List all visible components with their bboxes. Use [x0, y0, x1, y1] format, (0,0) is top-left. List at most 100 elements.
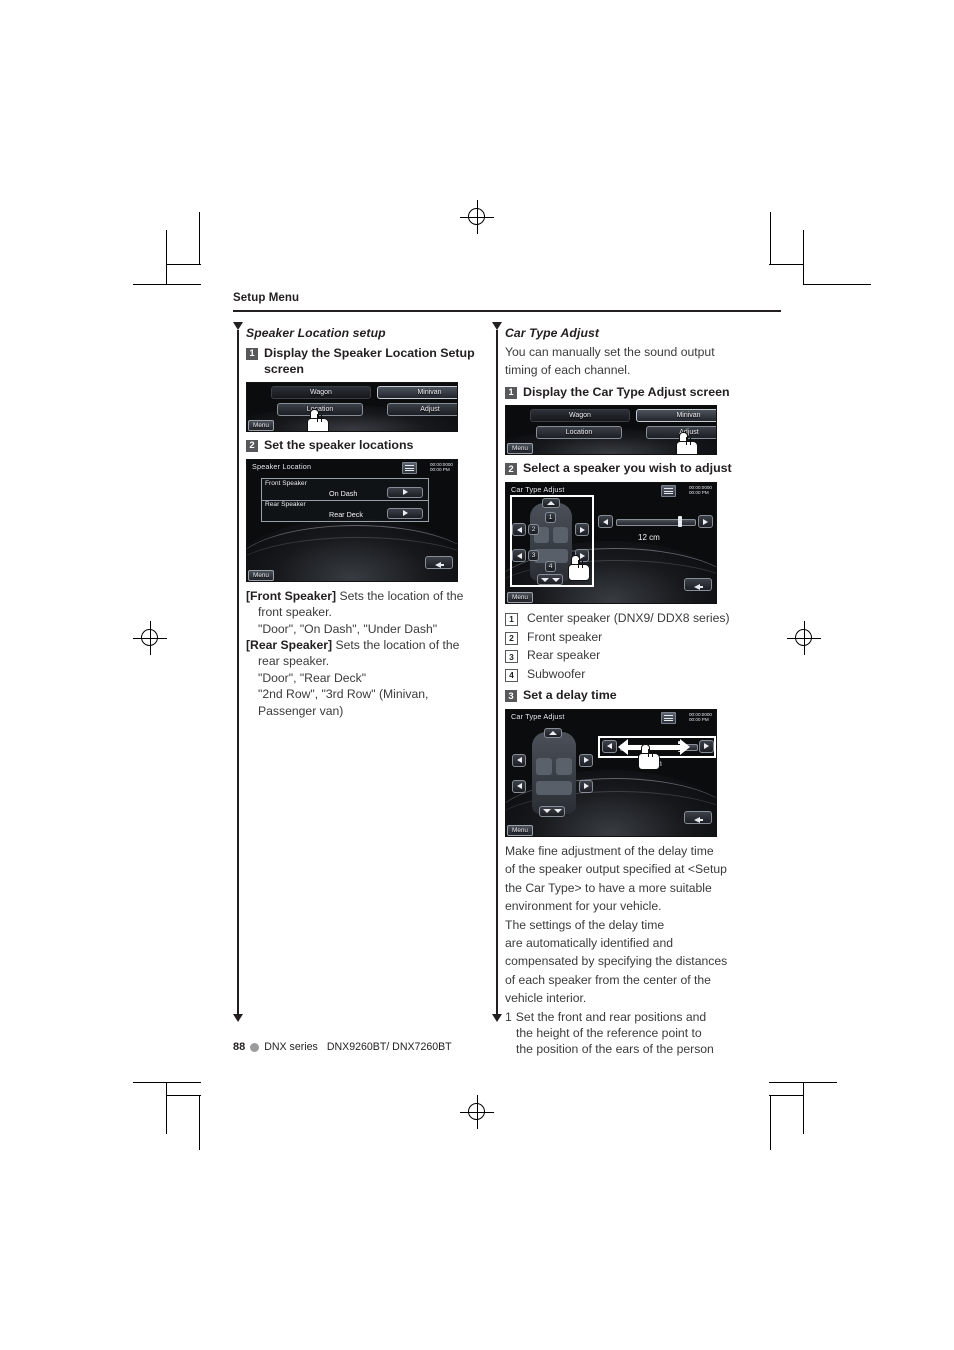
- step-3-right: 3 Set a delay time: [505, 688, 748, 704]
- speaker-right-button-rear[interactable]: [575, 549, 589, 562]
- lcd-button-menu[interactable]: Menu: [507, 592, 533, 603]
- numbered-note-line: the position of the ears of the person: [516, 1042, 714, 1057]
- legend-number: 3: [505, 650, 518, 664]
- triangle-down-icon: [553, 809, 562, 814]
- speaker-marker-1[interactable]: 1: [545, 512, 556, 523]
- delay-desc-line: vehicle interior.: [505, 991, 587, 1006]
- lcd-button-location[interactable]: Location: [536, 426, 622, 440]
- footer-dot-icon: [250, 1042, 260, 1052]
- car-seat-front-right: [553, 527, 568, 543]
- numbered-note-line: Set the front and rear positions and: [515, 1009, 707, 1024]
- triangle-up-icon: [547, 501, 555, 505]
- footer-models: DNX9260BT/ DNX7260BT: [326, 1041, 452, 1053]
- registration-mark-left: [133, 621, 167, 655]
- clock-time: 00:00 PM: [689, 717, 709, 723]
- clock-time: 00:00 PM: [689, 490, 709, 496]
- screenshot-car-type-adjust-select: Car Type Adjust 00:00:0000 00:00 PM 1 2 …: [505, 482, 717, 604]
- distance-increase-button[interactable]: [698, 515, 713, 528]
- lcd-title: Speaker Location: [252, 461, 312, 471]
- section-title-car-type-adjust: Car Type Adjust: [505, 326, 600, 340]
- lcd-button-menu[interactable]: Menu: [248, 420, 274, 432]
- speaker-right-button-rear[interactable]: [579, 779, 593, 793]
- lcd-button-menu[interactable]: Menu: [507, 824, 533, 836]
- delay-description: Make fine adjustment of the delay time o…: [505, 843, 748, 1007]
- lcd-button-minivan[interactable]: Minivan: [377, 386, 457, 400]
- page-number: 88: [233, 1041, 246, 1053]
- signal-icon: [402, 461, 417, 474]
- speaker-right-button-front[interactable]: [575, 523, 589, 536]
- lcd-button-back[interactable]: [425, 555, 453, 569]
- speaker-up-button[interactable]: [544, 727, 562, 738]
- distance-increase-button[interactable]: [699, 739, 714, 753]
- lcd-title: Car Type Adjust: [511, 711, 565, 721]
- back-arrow-icon: [694, 816, 703, 823]
- speaker-left-button-rear[interactable]: [512, 779, 526, 793]
- numbered-note-number: 1: [505, 1009, 512, 1024]
- triangle-left-icon: [516, 783, 522, 790]
- lcd-button-adjust[interactable]: Adjust: [646, 426, 716, 440]
- definition-desc: Sets the location of the: [339, 588, 464, 603]
- step-text: Display the Speaker Location Setup scree…: [264, 346, 475, 376]
- speaker-location-definitions: [Front Speaker] Sets the location of the…: [246, 588, 489, 719]
- lcd-button-back[interactable]: [684, 578, 712, 591]
- subwoofer-down-button[interactable]: [537, 574, 563, 585]
- legend-text: Subwoofer: [527, 667, 586, 682]
- distance-decrease-button[interactable]: [598, 515, 613, 528]
- speaker-right-button-front[interactable]: [579, 753, 593, 767]
- back-arrow-icon: [435, 561, 444, 568]
- lcd-button-adjust[interactable]: Adjust: [387, 403, 457, 417]
- delay-desc-line: Make fine adjustment of the delay time: [505, 843, 714, 858]
- step-text: Display the Car Type Adjust screen: [523, 384, 730, 399]
- lcd-button-location[interactable]: Location: [277, 403, 363, 417]
- definition-line: rear speaker.: [258, 654, 330, 669]
- page-footer: 88 DNX series DNX9260BT/ DNX7260BT: [233, 1041, 452, 1053]
- speaker-marker-2[interactable]: 2: [528, 524, 539, 535]
- lcd-button-wagon[interactable]: Wagon: [271, 386, 371, 400]
- step-2-right: 2 Select a speaker you wish to adjust: [505, 461, 748, 477]
- speaker-left-button-front[interactable]: [512, 523, 526, 536]
- distance-decrease-button[interactable]: [602, 739, 617, 753]
- distance-value: 12 cm: [640, 758, 662, 768]
- distance-slider-thumb[interactable]: [678, 516, 682, 527]
- delay-desc-line: compensated by specifying the distances: [505, 954, 728, 969]
- lcd-button-menu[interactable]: Menu: [507, 443, 533, 455]
- lcd-title: Car Type Adjust: [511, 485, 565, 494]
- definition-line: Passenger van): [258, 703, 344, 718]
- front-speaker-next-button[interactable]: [387, 486, 423, 498]
- distance-value: 12 cm: [638, 533, 660, 542]
- front-speaker-label: Front Speaker: [265, 479, 307, 487]
- lcd-button-back[interactable]: [684, 810, 712, 824]
- speaker-legend: 1 Center speaker (DNX9/ DDX8 series) 2 F…: [505, 610, 748, 683]
- step-badge: 2: [505, 463, 517, 476]
- triangle-right-icon: [703, 518, 708, 525]
- triangle-up-icon: [549, 730, 557, 735]
- speaker-marker-3[interactable]: 3: [528, 550, 539, 561]
- section-title-speaker-location: Speaker Location setup: [246, 326, 386, 340]
- step-badge: 1: [246, 348, 258, 360]
- legend-text: Center speaker (DNX9/ DDX8 series): [527, 611, 730, 625]
- speaker-marker-4[interactable]: 4: [545, 561, 556, 572]
- lcd-button-minivan[interactable]: Minivan: [636, 409, 716, 423]
- signal-icon: [661, 485, 676, 497]
- definition-line: "Door", "Rear Deck": [258, 670, 367, 685]
- definition-line: "Door", "On Dash", "Under Dash": [258, 621, 438, 636]
- triangle-down-icon: [542, 809, 551, 814]
- triangle-right-icon: [402, 510, 408, 517]
- legend-row: 2 Front speaker: [505, 629, 748, 645]
- legend-text: Front speaker: [527, 629, 603, 644]
- registration-mark-right: [787, 621, 821, 655]
- speaker-up-button[interactable]: [542, 498, 560, 508]
- subwoofer-down-button[interactable]: [539, 805, 565, 817]
- page-content: Setup Menu Speaker Location setup 1 Disp…: [233, 292, 781, 1062]
- lcd-button-wagon[interactable]: Wagon: [530, 409, 630, 423]
- triangle-left-icon: [607, 743, 612, 750]
- lcd-button-menu[interactable]: Menu: [248, 569, 274, 581]
- step-text: Set a delay time: [523, 688, 617, 703]
- triangle-right-icon: [704, 743, 709, 750]
- speaker-left-button-front[interactable]: [512, 753, 526, 767]
- speaker-left-button-rear[interactable]: [512, 549, 526, 562]
- rear-speaker-next-button[interactable]: [387, 507, 423, 519]
- legend-number: 4: [505, 669, 518, 683]
- distance-slider-track[interactable]: [616, 519, 696, 526]
- step-badge: 3: [505, 690, 517, 703]
